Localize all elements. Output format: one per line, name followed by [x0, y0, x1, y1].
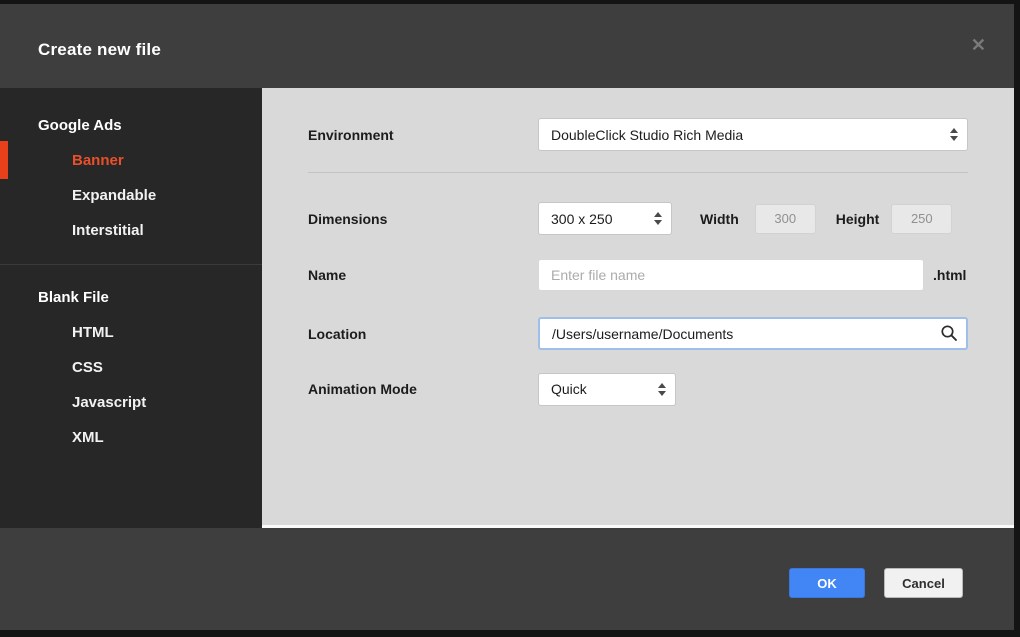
sidebar-item-label: CSS	[72, 359, 103, 376]
dialog-body: Google Ads Banner Expandable Interstitia…	[0, 88, 1014, 528]
sidebar-item-label: HTML	[72, 324, 114, 341]
sidebar-item-xml[interactable]: XML	[0, 420, 262, 455]
width-field	[755, 204, 816, 234]
animation-mode-label: Animation Mode	[262, 381, 538, 397]
active-indicator-bar	[0, 141, 8, 179]
location-input[interactable]	[538, 317, 968, 350]
form-panel: Environment DoubleClick Studio Rich Medi…	[262, 88, 1014, 528]
sidebar-group-blank-file: Blank File	[0, 280, 262, 315]
dimensions-preset-select[interactable]: 300 x 250	[538, 202, 672, 235]
location-label: Location	[262, 326, 538, 342]
sidebar-item-label: Expandable	[72, 187, 156, 204]
height-field	[891, 204, 952, 234]
ok-button[interactable]: OK	[789, 568, 865, 598]
dimensions-selected-value: 300 x 250	[551, 211, 613, 227]
location-row: Location	[262, 317, 1014, 350]
sidebar-divider	[0, 264, 262, 265]
close-icon[interactable]: ✕	[971, 36, 986, 54]
dimensions-label: Dimensions	[262, 211, 538, 227]
sidebar-item-expandable[interactable]: Expandable	[0, 178, 262, 213]
animation-mode-select[interactable]: Quick	[538, 373, 676, 406]
stepper-icon	[654, 212, 662, 225]
dialog-footer: OK Cancel	[0, 528, 1014, 630]
dialog-title: Create new file	[38, 40, 161, 60]
environment-row: Environment DoubleClick Studio Rich Medi…	[262, 118, 1014, 151]
animation-mode-selected-value: Quick	[551, 381, 587, 397]
name-label: Name	[262, 267, 538, 283]
sidebar-item-javascript[interactable]: Javascript	[0, 385, 262, 420]
create-new-file-dialog: Create new file ✕ Google Ads Banner Expa…	[0, 4, 1014, 630]
sidebar-group-google-ads: Google Ads	[0, 108, 262, 143]
sidebar-item-html[interactable]: HTML	[0, 315, 262, 350]
file-name-input[interactable]	[538, 259, 924, 291]
sidebar-item-banner[interactable]: Banner	[0, 143, 262, 178]
sidebar-item-label: Javascript	[72, 394, 146, 411]
name-row: Name .html	[262, 259, 1014, 291]
width-label: Width	[700, 211, 739, 227]
environment-selected-value: DoubleClick Studio Rich Media	[551, 127, 743, 143]
environment-label: Environment	[262, 127, 538, 143]
cancel-button[interactable]: Cancel	[884, 568, 963, 598]
animation-mode-row: Animation Mode Quick	[262, 373, 1014, 405]
file-extension-label: .html	[933, 267, 966, 283]
sidebar-item-label: Banner	[72, 152, 124, 169]
dialog-header: Create new file ✕	[0, 4, 1014, 88]
sidebar-item-label: Interstitial	[72, 222, 144, 239]
sidebar-item-css[interactable]: CSS	[0, 350, 262, 385]
dimensions-row: Dimensions 300 x 250 Width Height	[262, 202, 1014, 235]
section-divider	[308, 172, 968, 173]
environment-select[interactable]: DoubleClick Studio Rich Media	[538, 118, 968, 151]
stepper-icon	[658, 383, 666, 396]
location-input-wrap	[538, 317, 968, 350]
sidebar: Google Ads Banner Expandable Interstitia…	[0, 88, 262, 528]
sidebar-item-interstitial[interactable]: Interstitial	[0, 213, 262, 248]
height-label: Height	[836, 211, 880, 227]
sidebar-item-label: XML	[72, 429, 104, 446]
stepper-icon	[950, 128, 958, 141]
